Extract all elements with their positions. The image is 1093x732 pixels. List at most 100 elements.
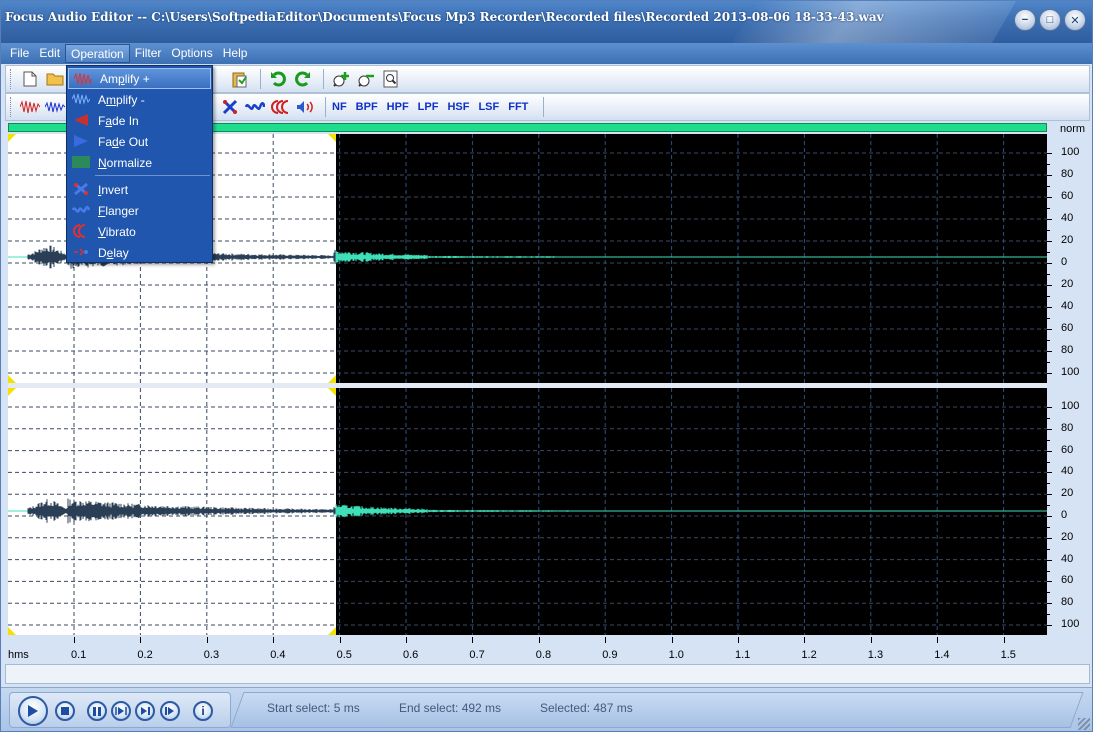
open-folder-icon <box>46 73 64 86</box>
resize-grip[interactable] <box>1078 718 1090 730</box>
window-title: Focus Audio Editor -- C:\Users\Softpedia… <box>5 10 884 24</box>
filter-lpf-button[interactable]: LPF <box>418 101 439 113</box>
invert-tool[interactable] <box>219 96 241 118</box>
menu-amplify-minus[interactable]: Amplify - <box>67 89 212 110</box>
scale-label: 0 <box>1061 509 1068 521</box>
time-tick <box>74 637 75 643</box>
time-tick <box>870 637 872 643</box>
scale-tick <box>1047 537 1052 539</box>
filter-lsf-button[interactable]: LSF <box>478 101 499 113</box>
menu-item-label: Delay <box>98 245 129 260</box>
pause-button[interactable] <box>87 701 107 721</box>
waveform-channel-right[interactable] <box>8 388 1047 635</box>
fade-out-icon <box>74 135 88 147</box>
delay-tool[interactable] <box>294 96 316 118</box>
selection-marker[interactable] <box>8 134 16 142</box>
selected-length-readout: Selected: 487 ms <box>540 701 633 715</box>
menu-normalize[interactable]: Normalize <box>67 152 212 173</box>
transport-controls: i <box>9 692 231 728</box>
menu-vibrato[interactable]: Vibrato <box>67 221 212 242</box>
menu-delay[interactable]: Delay <box>67 242 212 263</box>
info-button[interactable]: i <box>193 701 213 721</box>
menu-item-label: Fade In <box>98 113 139 128</box>
selection-marker[interactable] <box>328 375 336 383</box>
vibrato-tool[interactable] <box>269 96 291 118</box>
menu-options[interactable]: Options <box>166 44 217 63</box>
info-icon: i <box>201 704 205 718</box>
amplify-plus-tool[interactable] <box>19 96 41 118</box>
menu-filter[interactable]: Filter <box>130 44 167 63</box>
time-tick <box>538 637 540 643</box>
time-tick <box>339 637 341 643</box>
menu-fade-out[interactable]: Fade Out <box>67 131 212 152</box>
paste-button[interactable] <box>229 68 251 90</box>
horizontal-scrollbar[interactable] <box>5 664 1090 684</box>
play-selection-button[interactable] <box>135 701 155 721</box>
filter-nf-button[interactable]: NF <box>332 101 347 113</box>
scale-minor-tick <box>1047 483 1050 485</box>
time-label: 1.3 <box>867 649 884 661</box>
scale-minor-tick <box>1047 186 1050 187</box>
undo-button[interactable] <box>267 68 289 90</box>
new-file-button[interactable] <box>19 68 41 90</box>
menu-edit[interactable]: Edit <box>34 44 65 63</box>
menu-invert[interactable]: Invert <box>67 179 212 200</box>
filter-fft-button[interactable]: FFT <box>508 101 528 113</box>
filter-bpf-button[interactable]: BPF <box>356 101 378 113</box>
time-tick <box>406 637 407 643</box>
zoom-out-button[interactable] <box>355 68 377 90</box>
time-label: 1.4 <box>934 649 950 661</box>
menu-flanger[interactable]: Flanger <box>67 200 212 221</box>
scale-label: 20 <box>1061 234 1074 246</box>
scale-tick <box>1047 219 1052 220</box>
zoom-fit-button[interactable] <box>380 68 402 90</box>
amplify-minus-tool[interactable] <box>44 96 66 118</box>
menu-fade-in[interactable]: Fade In <box>67 110 212 131</box>
minimize-button[interactable]: − <box>1014 9 1036 31</box>
loop-play-button[interactable] <box>111 701 131 721</box>
delay-icon <box>74 248 88 256</box>
zoom-fit-icon <box>383 70 398 88</box>
stop-button[interactable] <box>55 701 75 721</box>
close-button[interactable]: ✕ <box>1064 9 1086 31</box>
zoom-in-button[interactable] <box>330 68 352 90</box>
start-select-readout: Start select: 5 ms <box>267 701 360 715</box>
play-to-end-icon <box>141 707 150 715</box>
invert-icon <box>74 182 88 196</box>
selection-marker[interactable] <box>8 388 16 396</box>
filter-hpf-button[interactable]: HPF <box>387 101 409 113</box>
selection-marker[interactable] <box>328 134 336 142</box>
menu-item-label: Amplify - <box>98 92 145 107</box>
loop-icon <box>115 707 127 715</box>
time-ruler: hms 0.1 0.2 0.3 0.4 0.5 0.6 0.7 0.8 0.9 1.0 1.1 1.2… <box>8 637 1047 663</box>
scale-label: 20 <box>1061 487 1074 500</box>
scale-tick <box>1047 241 1052 242</box>
scale-label: 80 <box>1061 168 1074 180</box>
time-tick <box>1003 637 1005 643</box>
flanger-tool[interactable] <box>244 96 266 118</box>
scale-tick <box>1047 175 1052 176</box>
selection-marker[interactable] <box>8 627 16 635</box>
amplify-plus-icon <box>20 100 40 114</box>
menu-operation[interactable]: Operation <box>65 44 130 63</box>
open-file-button[interactable] <box>44 68 66 90</box>
scale-minor-tick <box>1047 548 1050 550</box>
redo-button[interactable] <box>292 68 314 90</box>
menu-file[interactable]: File <box>5 44 34 63</box>
menu-amplify-plus[interactable]: Amplify + <box>68 68 211 89</box>
selection-marker[interactable] <box>8 375 16 383</box>
selection-marker[interactable] <box>328 627 336 635</box>
vibrato-icon <box>271 100 289 114</box>
scale-label: 20 <box>1061 530 1074 543</box>
close-icon: ✕ <box>1070 14 1080 27</box>
scale-label: 40 <box>1061 465 1074 478</box>
scale-minor-tick <box>1047 614 1050 616</box>
menu-help[interactable]: Help <box>218 44 253 63</box>
play-button[interactable] <box>18 696 48 726</box>
menu-bar: File Edit Operation Filter Options Help <box>1 43 1092 64</box>
scale-label: 20 <box>1061 278 1074 290</box>
filter-hsf-button[interactable]: HSF <box>447 101 469 113</box>
selection-marker[interactable] <box>328 388 336 396</box>
play-from-cursor-button[interactable] <box>160 701 180 721</box>
maximize-button[interactable]: □ <box>1039 9 1061 31</box>
